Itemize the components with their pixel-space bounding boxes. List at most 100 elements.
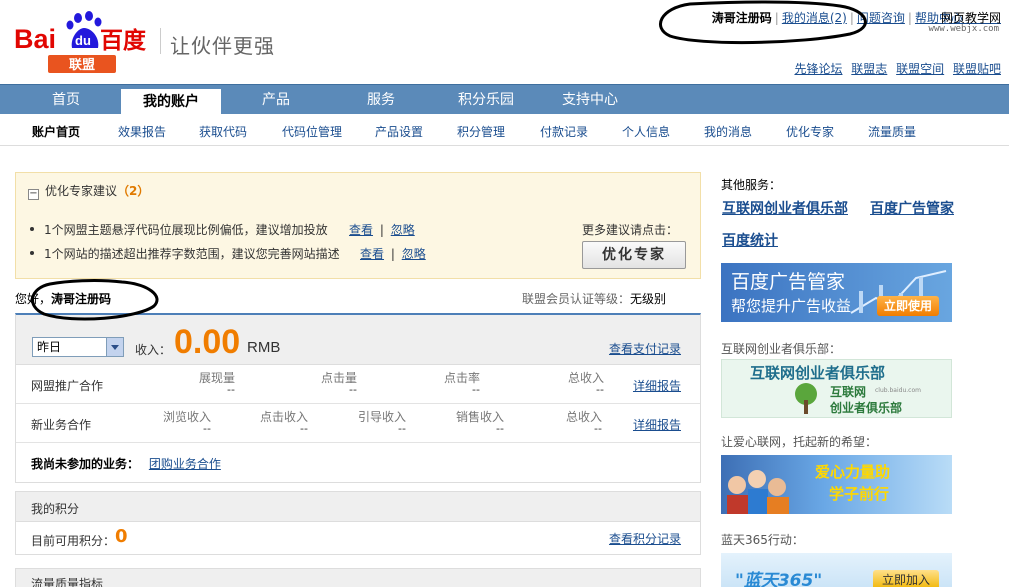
view-payment-records-link[interactable]: 查看支付记录 [609,340,681,357]
member-level-value: 无级别 [630,292,667,306]
startup-club-caption: 互联网创业者俱乐部： [721,342,842,356]
union-tieba-link[interactable]: 联盟贴吧 [953,62,1001,76]
income-value: 0.00 [174,323,241,361]
main-nav: 首页 我的账户 产品 服务 积分乐园 支持中心 [0,84,1009,115]
subnav-my-messages[interactable]: 我的消息 [704,123,752,140]
suggestions-title: 优化专家建议 [45,184,118,198]
suggestion-ignore-link[interactable]: 忽略 [391,223,415,237]
view-points-records-link[interactable]: 查看积分记录 [609,530,681,547]
income-unit: RMB [247,339,281,356]
chevron-down-icon[interactable] [106,338,123,356]
banner1-title: 百度广告管家 [731,271,846,293]
points-label: 目前可用积分： [31,534,116,548]
points-value: 0 [115,526,128,547]
watermark-overlay-text: 网页教学网 [940,11,1001,25]
nav-tab-services[interactable]: 服务 [345,85,417,115]
banner2-brand1: 互联网 [830,385,867,399]
metric: 总收入 -- [567,371,604,396]
not-joined-services: 我尚未参加的业务： 团购业务合作 [31,457,221,471]
subnav-points-mgmt[interactable]: 积分管理 [457,123,505,140]
points-title: 我的积分 [16,492,700,522]
subnav-optimization-expert[interactable]: 优化专家 [786,123,834,140]
banner4-title: "蓝天365" [735,571,823,587]
startup-club-link[interactable]: 互联网创业者俱乐部 [722,198,848,218]
union-space-link[interactable]: 联盟空间 [896,62,944,76]
ad-manager-banner[interactable]: 百度广告管家 帮您提升广告收益 立即使用 [721,263,952,322]
row-title: 新业务合作 [31,418,92,432]
suggestions-header: − 优化专家建议（2） [28,182,149,200]
join-now-button[interactable]: 立即加入 [873,570,939,587]
sub-nav: 账户首页 效果报告 获取代码 代码位管理 产品设置 积分管理 付款记录 个人信息… [0,114,1009,146]
metric: 点击量 -- [320,371,357,396]
subnav-get-code[interactable]: 获取代码 [199,123,247,140]
suggestion-view-link[interactable]: 查看 [360,247,384,261]
subnav-payment-records[interactable]: 付款记录 [540,123,588,140]
detail-report-link[interactable]: 详细报告 [633,377,681,394]
subnav-traffic-quality[interactable]: 流量质量 [868,123,916,140]
logo-text-bai: Bai [14,24,56,54]
charity-caption: 让爱心联网，托起新的希望： [721,435,878,449]
traffic-quality-title: 流量质量指标 [15,568,701,587]
nav-tab-support[interactable]: 支持中心 [549,85,631,115]
subnav-personal-info[interactable]: 个人信息 [622,123,670,140]
community-links: 先锋论坛 联盟志 联盟空间 联盟贴吧 [789,60,1001,77]
metric: 点击率 -- [443,371,480,396]
nav-tab-home[interactable]: 首页 [30,85,102,115]
banner3-line1: 爱心力量助 [815,463,891,481]
points-panel: 我的积分 目前可用积分： 0 查看积分记录 [15,491,701,555]
logo-text-lianmeng: 联盟 [69,57,95,73]
blue-sky-banner[interactable]: "蓝天365" 立即加入 [721,553,952,587]
ad-manager-link[interactable]: 百度广告管家 [870,198,954,218]
greeting: 您好，涛哥注册码 [15,292,112,306]
suggestion-view-link[interactable]: 查看 [349,223,373,237]
watermark: www.webjx.com [928,24,999,34]
collapse-toggle-icon[interactable]: − [28,189,39,200]
union-journal-link[interactable]: 联盟志 [851,62,887,76]
tree-icon [795,383,817,414]
member-level: 联盟会员认证等级：无级别 [522,292,667,306]
banner2-brand2: 创业者俱乐部 [830,401,903,415]
suggestions-count: （2） [117,184,150,198]
suggestion-ignore-link[interactable]: 忽略 [402,247,426,261]
metric: 点击收入 -- [259,410,308,435]
bullet-icon [30,251,34,255]
blue-sky-caption: 蓝天365行动： [721,533,804,547]
table-row: 网盟推广合作 展现量 -- 点击量 -- 点击率 -- 总收入 -- 详细报告 [16,365,700,404]
income-panel: 昨日 收入： 0.00 RMB 查看支付记录 网盟推广合作 展现量 -- 点击量 -… [15,313,701,483]
detail-report-link[interactable]: 详细报告 [633,416,681,433]
nav-tab-my-account[interactable]: 我的账户 [121,89,221,115]
metric: 引导收入 -- [357,410,406,435]
startup-club-banner[interactable]: 互联网创业者俱乐部 互联网 创业者俱乐部 club.baidu.com [721,359,952,418]
logo-text-baidu: 百度 [100,27,147,54]
forum-link[interactable]: 先锋论坛 [794,62,842,76]
subnav-product-settings[interactable]: 产品设置 [375,123,423,140]
subnav-account-home[interactable]: 账户首页 [32,123,80,140]
table-row: 新业务合作 浏览收入 -- 点击收入 -- 引导收入 -- 销售收入 -- 总收入 -- … [16,404,700,443]
subnav-code-slot[interactable]: 代码位管理 [282,123,342,140]
banner3-line2: 学子前行 [829,485,890,503]
baidu-stats-link[interactable]: 百度统计 [722,230,778,250]
banner1-subtitle: 帮您提升广告收益 [731,297,852,315]
slogan: 让伙伴更强 [170,34,275,58]
subnav-effect-report[interactable]: 效果报告 [118,123,166,140]
metric: 销售收入 -- [455,410,504,435]
group-buy-cooperation-link[interactable]: 团购业务合作 [149,457,221,471]
top-username: 涛哥注册码 [711,11,772,25]
use-now-button[interactable]: 立即使用 [877,296,939,316]
suggestion-item: 1个网盟主题悬浮代码位展现比例偏低，建议增加投放 [30,221,328,238]
suggestion-item: 1个网站的描述超出推荐字数范围，建议您完善网站描述 [30,245,340,262]
consult-link[interactable]: 问题咨询 [857,11,905,25]
help-center-link[interactable]: 帮助中心网页教学网 [915,11,1001,25]
logo-text-du: du [75,33,91,48]
income-label: 收入： [135,343,172,357]
my-messages-link[interactable]: 我的消息(2) [782,11,847,25]
charity-banner[interactable]: 爱心力量助 学子前行 [721,455,952,514]
banner2-title: 互联网创业者俱乐部 [750,364,886,382]
period-select[interactable]: 昨日 [32,337,124,357]
optimization-expert-button[interactable]: 优化专家 [582,241,686,269]
nav-tab-points-park[interactable]: 积分乐园 [445,85,527,115]
nav-tab-products[interactable]: 产品 [240,85,312,115]
expert-suggestions-panel: − 优化专家建议（2） 1个网盟主题悬浮代码位展现比例偏低，建议增加投放 查看 |… [15,172,701,279]
baidu-union-logo[interactable]: Bai du 百度 联盟 [14,10,154,74]
more-suggestions-tip: 更多建议请点击： [582,223,679,237]
